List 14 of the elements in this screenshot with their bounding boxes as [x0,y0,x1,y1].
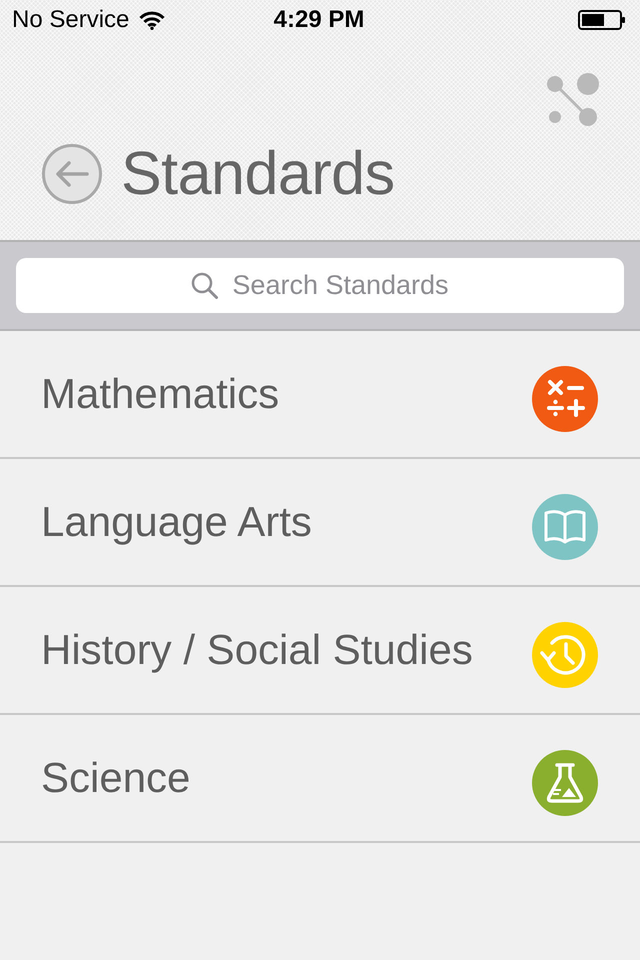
page-title: Standards [121,143,395,204]
subject-list-item[interactable]: History / Social Studies [0,587,640,715]
subject-list-item[interactable]: Science [0,715,640,843]
wifi-icon [139,10,166,30]
carrier-label: No Service [12,6,130,34]
subject-list-item[interactable]: Mathematics [0,331,640,459]
share-icon[interactable] [545,73,601,128]
back-button[interactable] [42,144,102,204]
battery-icon [578,10,626,30]
status-time: 4:29 PM [274,6,364,34]
search-icon [191,272,218,299]
search-input[interactable]: Search Standards [232,270,449,301]
arrow-left-icon [55,160,89,186]
subject-list-item[interactable]: Language Arts [0,459,640,587]
